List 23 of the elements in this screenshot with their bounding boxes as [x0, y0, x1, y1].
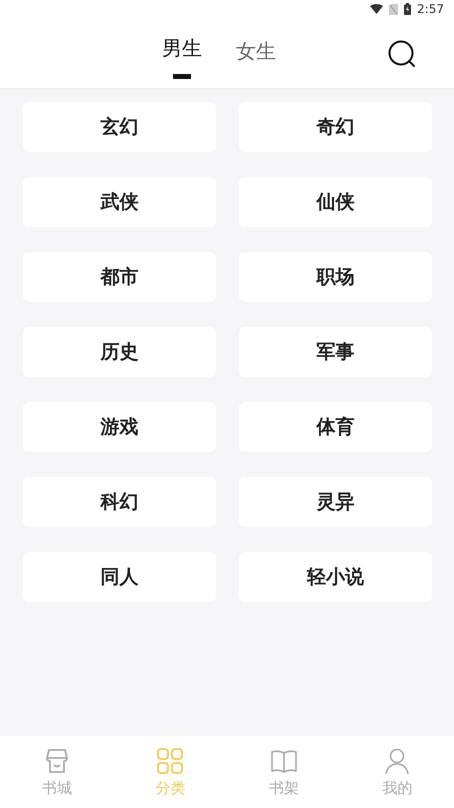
person-icon	[383, 746, 412, 774]
category-button[interactable]: 职场	[239, 252, 432, 302]
category-button[interactable]: 历史	[23, 327, 216, 377]
gender-tab[interactable]: 女生	[234, 27, 278, 79]
category-button[interactable]: 武侠	[23, 177, 216, 227]
status-time: 2:57	[417, 2, 444, 16]
category-button[interactable]: 军事	[239, 327, 432, 377]
category-button[interactable]: 体育	[239, 402, 432, 452]
category-button[interactable]: 游戏	[23, 402, 216, 452]
search-icon[interactable]	[388, 40, 416, 68]
category-button[interactable]: 灵异	[239, 477, 432, 527]
category-button[interactable]: 同人	[23, 552, 216, 602]
category-button[interactable]: 轻小说	[239, 552, 432, 602]
no-sim-icon	[389, 4, 398, 14]
category-button[interactable]: 奇幻	[239, 102, 432, 152]
battery-icon	[404, 3, 412, 15]
category-button[interactable]: 科幻	[23, 477, 216, 527]
wifi-icon	[370, 4, 384, 14]
category-button[interactable]: 玄幻	[23, 102, 216, 152]
category-button[interactable]: 都市	[23, 252, 216, 302]
gender-tab[interactable]: 男生	[160, 27, 204, 79]
category-button[interactable]: 仙侠	[239, 177, 432, 227]
grid-icon	[156, 746, 184, 774]
